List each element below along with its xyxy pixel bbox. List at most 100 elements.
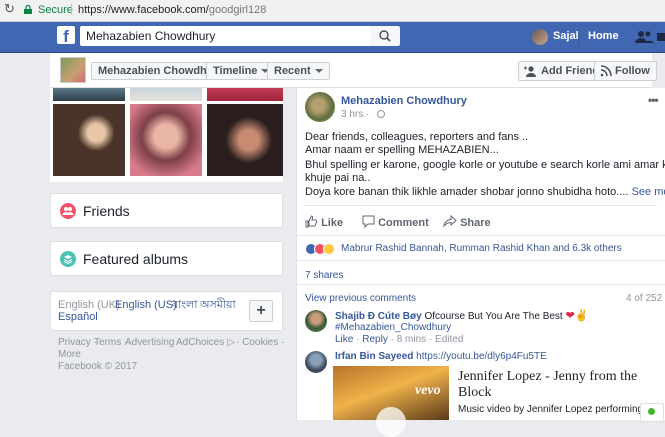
comment-reply-link[interactable]: Reply — [362, 334, 388, 345]
wow-reaction-icon[interactable] — [323, 243, 335, 255]
hashtag-link[interactable]: #Mehazabien_Chowdhury — [335, 322, 451, 334]
comment-icon — [362, 215, 375, 229]
lock-icon — [24, 5, 32, 14]
comment-meta: Like · Reply · 8 mins · Edited — [335, 334, 464, 345]
post-text-line: Doya kore banan thik likhle amader shoba… — [305, 186, 665, 199]
add-language-button[interactable]: + — [249, 300, 273, 322]
search-input[interactable] — [80, 26, 370, 46]
vevo-logo: vevo — [415, 383, 441, 398]
comment-body: Irfan Bin Sayeed https://youtu.be/dly6p4… — [335, 351, 547, 363]
view-previous-comments-link[interactable]: View previous comments — [305, 293, 416, 304]
albums-icon — [60, 251, 76, 267]
post-text-last: Doya kore banan thik likhle amader shoba… — [305, 186, 629, 198]
footer-cookies-link[interactable]: · Cookies · — [236, 337, 284, 349]
url-field[interactable]: https://www.facebook.com/goodgirl128 — [78, 3, 266, 17]
user-avatar[interactable] — [532, 29, 548, 45]
facebook-logo-icon[interactable]: f — [57, 26, 75, 44]
footer-terms-link[interactable]: Terms · — [94, 337, 127, 349]
share-label: Share — [460, 217, 491, 229]
victory-hand-icon: ✌ — [574, 310, 589, 322]
url-host: https://www.facebook.com/ — [78, 4, 209, 16]
photo-thumbnail[interactable] — [207, 104, 283, 176]
youtube-link[interactable]: https://youtu.be/dly6p4Fu5TE — [416, 351, 547, 362]
photo-thumbnail[interactable] — [53, 104, 125, 176]
recent-label: Recent — [274, 65, 311, 77]
comment-text: Ofcourse But You Are The Best — [424, 311, 563, 322]
recent-button[interactable]: Recent — [267, 62, 330, 80]
like-label: Like — [321, 217, 344, 229]
chat-status-icon[interactable] — [640, 403, 664, 422]
heart-icon: ❤ — [565, 310, 575, 322]
comment-button[interactable]: Comment — [362, 215, 429, 230]
footer-advertising-link[interactable]: Advertising · — [125, 337, 181, 349]
photo-thumbnail[interactable] — [130, 104, 202, 176]
nav-divider — [578, 28, 579, 46]
footer-privacy-link[interactable]: Privacy · — [58, 337, 97, 349]
post-timestamp[interactable]: 3 hrs · — [341, 109, 369, 120]
friends-label[interactable]: Friends — [83, 203, 130, 219]
language-option[interactable]: English (US) — [115, 299, 177, 311]
search-button[interactable] — [370, 26, 400, 46]
video-title-line[interactable]: Block — [458, 385, 491, 401]
divider — [296, 235, 665, 236]
adchoices-label: AdChoices — [176, 337, 225, 348]
photo-thumbnail[interactable] — [130, 88, 202, 101]
post-author-link[interactable]: Mehazabien Chowdhury — [341, 95, 467, 107]
footer-adchoices-link[interactable]: AdChoices ▷ — [176, 337, 235, 349]
post-text-line: Amar naam er spelling MEHAZABIEN... — [305, 144, 499, 156]
video-description: Music video by Jennifer Lopez performing… — [458, 404, 652, 415]
shares-link[interactable]: 7 shares — [305, 270, 343, 281]
post-author-avatar[interactable] — [305, 92, 335, 122]
user-name-link[interactable]: Sajal — [553, 30, 579, 42]
language-current: English (UK) — [58, 299, 120, 311]
globe-icon — [377, 110, 385, 118]
play-icon[interactable] — [376, 407, 406, 437]
comment-label: Comment — [378, 217, 429, 229]
thumbs-up-icon — [305, 215, 318, 228]
post-text-line: Dear friends, colleagues, reporters and … — [305, 131, 529, 143]
reload-icon[interactable]: ↻ — [4, 2, 18, 16]
adchoices-icon: ▷ — [227, 337, 235, 348]
comment-time: · 8 mins · Edited — [390, 334, 464, 345]
follow-label: Follow — [615, 65, 650, 77]
divider — [296, 284, 665, 285]
language-option[interactable]: বাংলা — [172, 299, 197, 311]
messages-icon[interactable] — [656, 28, 665, 46]
post-text-line: khuje pai na.. — [305, 172, 371, 184]
footer-more-link[interactable]: More — [58, 349, 81, 361]
language-option[interactable]: অসমীয়া — [200, 299, 236, 311]
profile-thumbnail[interactable] — [60, 57, 86, 83]
add-friend-label: Add Friend — [541, 65, 600, 77]
video-title-line[interactable]: Jennifer Lopez - Jenny from the — [458, 369, 637, 385]
language-option[interactable]: Español — [58, 311, 98, 323]
photo-thumbnail[interactable] — [207, 88, 283, 101]
home-link[interactable]: Home — [588, 30, 619, 42]
commenter-name-link[interactable]: Irfan Bin Sayeed — [335, 351, 413, 362]
commenter-name-link[interactable]: Shajib Ð Cúte Bøy — [335, 311, 422, 322]
add-friend-icon — [524, 66, 536, 77]
divider — [305, 205, 657, 206]
commenter-avatar[interactable] — [305, 351, 327, 373]
photo-thumbnail[interactable] — [53, 88, 125, 101]
secure-label: Secure — [38, 4, 73, 16]
friend-requests-icon[interactable] — [634, 28, 654, 46]
search-icon — [379, 30, 391, 42]
divider — [296, 260, 665, 261]
post-text-line: Bhul spelling er karone, google korle or… — [305, 159, 665, 171]
comments-count: 4 of 252 — [626, 293, 663, 304]
featured-albums-label[interactable]: Featured albums — [83, 251, 188, 267]
post-options-icon[interactable]: ••• — [648, 93, 659, 107]
add-friend-button[interactable]: Add Friend — [518, 61, 607, 81]
reactors-link[interactable]: Mabrur Rashid Bannah, Rumman Rashid Khan… — [341, 243, 622, 255]
footer-copyright: Facebook © 2017 — [58, 361, 138, 372]
chevron-down-icon — [314, 69, 323, 74]
see-more-link[interactable]: See more — [632, 186, 665, 198]
commenter-avatar[interactable] — [305, 310, 327, 332]
follow-button[interactable]: Follow — [594, 61, 657, 81]
like-button[interactable]: Like — [305, 215, 343, 230]
timeline-button[interactable]: Timeline — [206, 62, 277, 80]
url-path: goodgirl128 — [208, 4, 267, 16]
share-button[interactable]: Share — [443, 214, 491, 230]
comment-like-link[interactable]: Like — [335, 334, 353, 345]
timeline-label: Timeline — [213, 65, 258, 77]
